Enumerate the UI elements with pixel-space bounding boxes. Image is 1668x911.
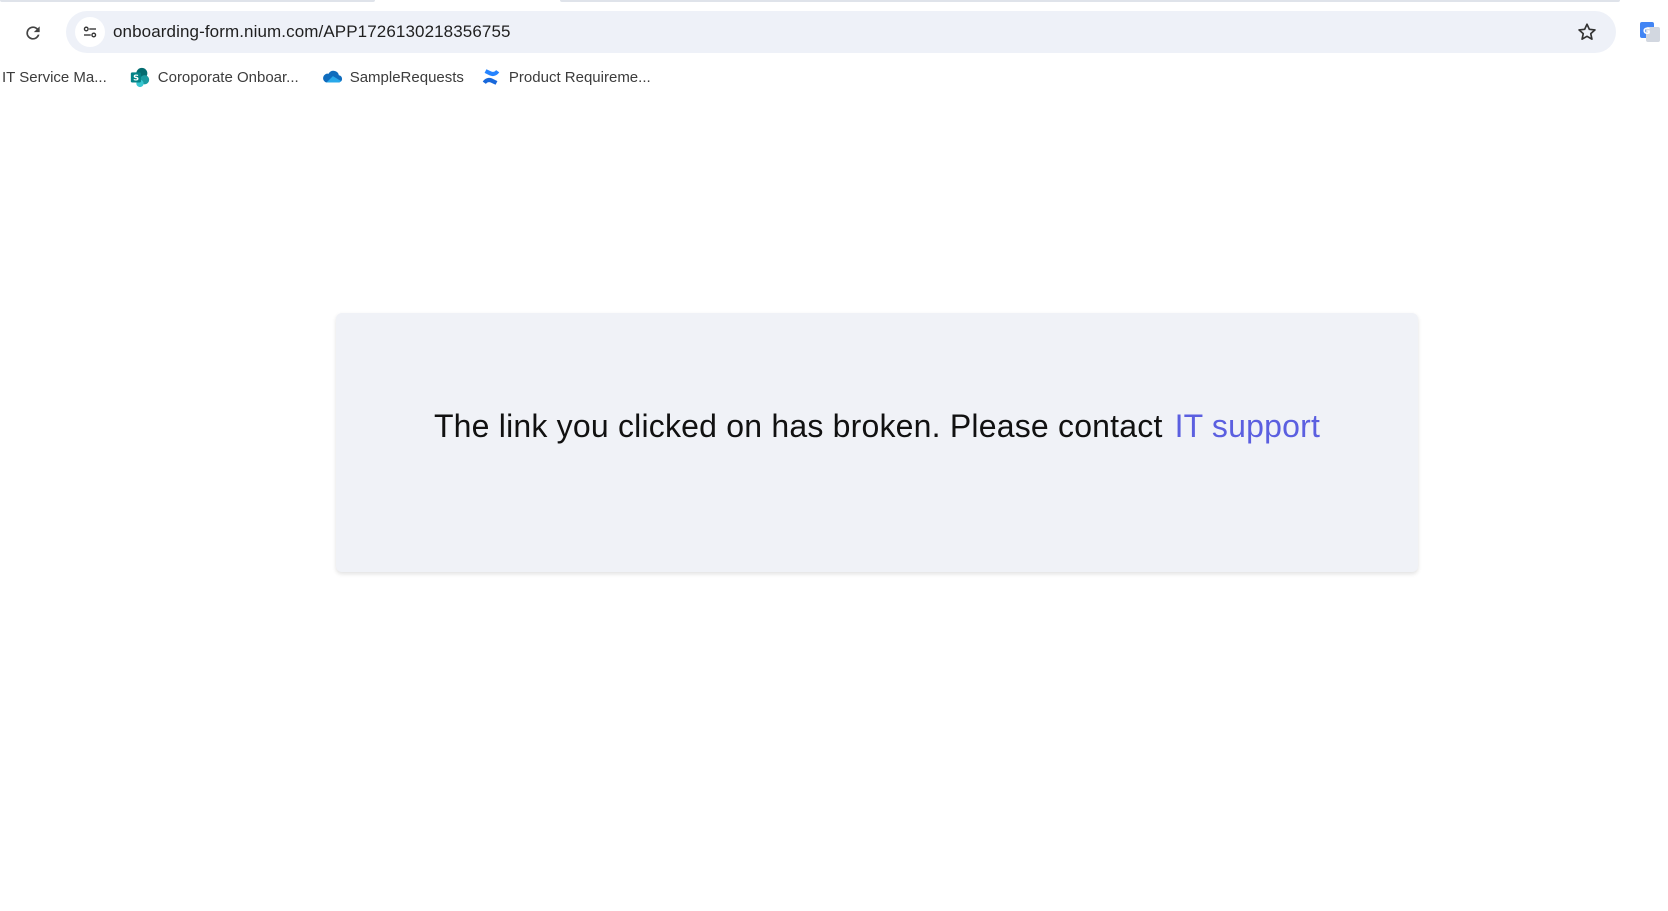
error-card: The link you clicked on has broken. Plea… [336, 313, 1418, 572]
bookmark-label: SampleRequests [349, 68, 464, 86]
it-support-link[interactable]: IT support [1175, 408, 1320, 444]
tune-icon [83, 26, 97, 38]
bookmark-corporate-onboarding[interactable]: S Coroporate Onboar... [129, 63, 321, 91]
bookmark-product-requirements[interactable]: Product Requireme... [480, 63, 661, 91]
site-info-button[interactable] [75, 17, 105, 47]
star-icon [1578, 23, 1596, 40]
svg-text:G: G [1643, 27, 1650, 37]
reload-button[interactable] [18, 18, 48, 48]
browser-toolbar: onboarding-form.nium.com/APP172613021835… [0, 8, 1668, 56]
onedrive-icon [321, 66, 343, 88]
svg-text:S: S [133, 73, 139, 83]
bookmarks-bar: IT Service Ma... S Coroporate Onboar... [0, 62, 661, 92]
bookmark-it-service[interactable]: IT Service Ma... [0, 63, 129, 91]
bookmark-label: Product Requireme... [508, 68, 651, 86]
browser-chrome: onboarding-form.nium.com/APP172613021835… [0, 0, 1668, 100]
error-message: The link you clicked on has broken. Plea… [434, 408, 1320, 445]
translate-extension-button[interactable]: G [1636, 18, 1664, 46]
bookmark-sample-requests[interactable]: SampleRequests [321, 63, 480, 91]
reload-icon [26, 26, 40, 40]
error-message-text: The link you clicked on has broken. Plea… [433, 408, 1163, 444]
bookmark-star-button[interactable] [1572, 17, 1602, 47]
bookmark-label: IT Service Ma... [2, 68, 107, 86]
url-text[interactable]: onboarding-form.nium.com/APP172613021835… [113, 22, 511, 42]
page-content: The link you clicked on has broken. Plea… [0, 100, 1668, 911]
google-translate-icon: G [1640, 22, 1660, 42]
address-bar[interactable]: onboarding-form.nium.com/APP172613021835… [66, 11, 1616, 53]
bookmark-label: Coroporate Onboar... [157, 68, 299, 86]
tab-strip [0, 0, 1668, 3]
confluence-icon [480, 66, 502, 88]
sharepoint-icon: S [129, 66, 151, 88]
